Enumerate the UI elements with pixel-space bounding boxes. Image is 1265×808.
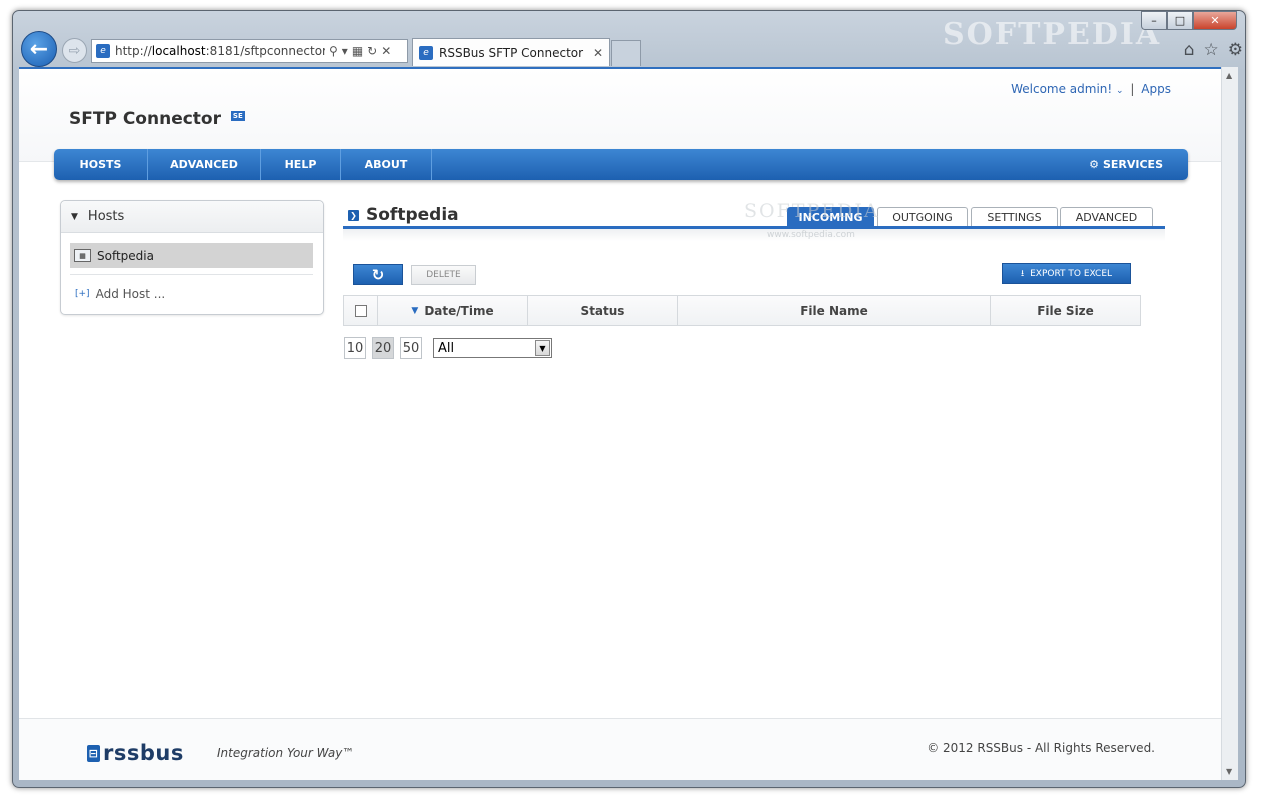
column-file-name[interactable]: File Name <box>678 296 991 325</box>
download-icon: ⭳ <box>1020 268 1025 279</box>
window-controls: – □ ✕ <box>1141 11 1237 30</box>
app-title: SFTP Connector SE <box>69 109 245 129</box>
delete-button[interactable]: DELETE <box>411 265 476 285</box>
page-viewport: Welcome admin! ⌄ | Apps SFTP Connector S… <box>19 67 1221 780</box>
browser-tab[interactable]: e RSSBus SFTP Connector ✕ <box>412 38 610 66</box>
tab-outgoing[interactable]: OUTGOING <box>877 207 968 227</box>
host-name: Softpedia <box>366 205 459 225</box>
nav-help[interactable]: HELP <box>261 149 341 180</box>
select-all-checkbox[interactable] <box>354 304 367 317</box>
forward-button[interactable]: ⇨ <box>62 38 87 63</box>
column-datetime[interactable]: ▼ Date/Time <box>378 296 528 325</box>
page-footer: ⊟ rssbus Integration Your Way™ © 2012 RS… <box>19 718 1221 780</box>
logo-text: rssbus <box>103 741 184 765</box>
refresh-icon: ↻ <box>371 265 385 284</box>
column-datetime-label: Date/Time <box>424 303 494 318</box>
scroll-down-arrow-icon[interactable]: ▼ <box>1226 767 1232 776</box>
services-button[interactable]: ⚙ SERVICES <box>1089 158 1163 171</box>
host-item-softpedia[interactable]: ▦ Softpedia <box>70 243 313 268</box>
services-label: SERVICES <box>1102 158 1163 171</box>
tab-settings[interactable]: SETTINGS <box>971 207 1058 227</box>
add-icon: [+] <box>75 289 90 299</box>
maximize-button[interactable]: □ <box>1167 11 1193 30</box>
refresh-page-icon[interactable]: ↻ <box>367 44 377 58</box>
favorites-star-icon[interactable]: ☆ <box>1204 40 1219 60</box>
export-label: EXPORT TO EXCEL <box>1030 268 1113 279</box>
app-title-text: SFTP Connector <box>69 109 221 129</box>
tab-title: RSSBus SFTP Connector <box>439 45 584 60</box>
home-icon[interactable]: ⌂ <box>1184 40 1195 60</box>
page-title: ❯ Softpedia <box>348 205 459 225</box>
url-path: :8181/sftpconnector/hc <box>205 44 325 58</box>
new-tab-button[interactable] <box>611 40 641 66</box>
search-icon[interactable]: ⚲ <box>329 44 338 58</box>
watermark-overlay: SOFTPEDIA <box>744 200 880 222</box>
chevron-down-icon[interactable]: ⌄ <box>1116 86 1124 96</box>
stop-icon[interactable]: ✕ <box>381 44 391 58</box>
refresh-button[interactable]: ↻ <box>353 264 403 285</box>
main-nav: HOSTS ADVANCED HELP ABOUT ⚙ SERVICES <box>54 149 1188 180</box>
column-file-size[interactable]: File Size <box>991 296 1140 325</box>
file-table-header: ▼ Date/Time Status File Name File Size <box>343 295 1141 326</box>
url-host: localhost <box>151 44 206 58</box>
select-all-cell <box>344 296 378 325</box>
column-status[interactable]: Status <box>528 296 678 325</box>
scroll-up-arrow-icon[interactable]: ▲ <box>1226 71 1232 80</box>
hosts-panel: ▼ Hosts ▦ Softpedia [+] Add Host ... <box>60 200 324 315</box>
export-to-excel-button[interactable]: ⭳ EXPORT TO EXCEL <box>1002 263 1131 284</box>
page-size-50[interactable]: 50 <box>400 337 422 359</box>
nav-hosts[interactable]: HOSTS <box>54 149 148 180</box>
tabs-shadow <box>343 229 1165 241</box>
compatibility-view-icon[interactable]: ▦ <box>352 44 363 58</box>
add-host-link[interactable]: [+] Add Host ... <box>75 287 165 301</box>
logo-mark-icon: ⊟ <box>87 744 100 762</box>
rssbus-logo: ⊟ rssbus <box>87 741 184 765</box>
watermark: SOFTPEDIA <box>943 17 1162 52</box>
dropdown-arrow-icon[interactable]: ▾ <box>342 44 348 58</box>
nav-advanced[interactable]: ADVANCED <box>148 149 261 180</box>
page-size-20[interactable]: 20 <box>372 337 394 359</box>
browser-toolbar-icons: ⌂ ☆ ⚙ <box>1184 40 1243 60</box>
status-filter-value: All <box>438 340 455 356</box>
chevron-right-icon: ❯ <box>348 209 359 221</box>
hosts-panel-title: Hosts <box>87 209 125 224</box>
hosts-panel-header[interactable]: ▼ Hosts <box>61 201 323 233</box>
dropdown-arrow-icon[interactable]: ▼ <box>535 340 550 356</box>
apps-link[interactable]: Apps <box>1141 82 1171 96</box>
tab-favicon-icon: e <box>419 45 433 60</box>
close-window-button[interactable]: ✕ <box>1193 11 1237 30</box>
watermark-url: www.softpedia.com <box>767 230 855 240</box>
welcome-user-link[interactable]: Welcome admin! <box>1011 82 1112 96</box>
edition-badge: SE <box>230 111 245 121</box>
separator: | <box>1130 82 1135 96</box>
user-menu: Welcome admin! ⌄ | Apps <box>1011 82 1171 96</box>
vertical-scrollbar[interactable]: ▲ ▼ <box>1221 67 1238 780</box>
nav-about[interactable]: ABOUT <box>341 149 432 180</box>
settings-gear-icon[interactable]: ⚙ <box>1228 40 1243 60</box>
address-bar[interactable]: e http://localhost:8181/sftpconnector/hc… <box>91 39 408 63</box>
copyright: © 2012 RSSBus - All Rights Reserved. <box>927 741 1155 755</box>
tab-advanced[interactable]: ADVANCED <box>1060 207 1153 227</box>
tagline: Integration Your Way™ <box>217 746 355 760</box>
arrow-right-icon: ⇨ <box>68 42 81 59</box>
address-url[interactable]: http://localhost:8181/sftpconnector/hc <box>115 44 325 58</box>
divider <box>70 274 313 275</box>
back-button[interactable]: ← <box>21 31 57 67</box>
url-scheme: http:// <box>115 44 152 58</box>
arrow-left-icon: ← <box>29 36 49 62</box>
page-favicon-icon: e <box>96 44 110 58</box>
sort-desc-icon: ▼ <box>411 305 419 316</box>
close-tab-icon[interactable]: ✕ <box>593 46 603 60</box>
status-filter-select[interactable]: All ▼ <box>433 338 552 358</box>
collapse-triangle-icon[interactable]: ▼ <box>71 212 78 222</box>
page-size-10[interactable]: 10 <box>344 337 366 359</box>
add-host-label: Add Host ... <box>95 287 166 301</box>
gear-icon: ⚙ <box>1089 158 1099 171</box>
host-icon: ▦ <box>74 249 91 262</box>
pager: 10 20 50 All ▼ <box>344 337 552 359</box>
minimize-button[interactable]: – <box>1141 11 1167 30</box>
host-item-label: Softpedia <box>97 248 154 263</box>
